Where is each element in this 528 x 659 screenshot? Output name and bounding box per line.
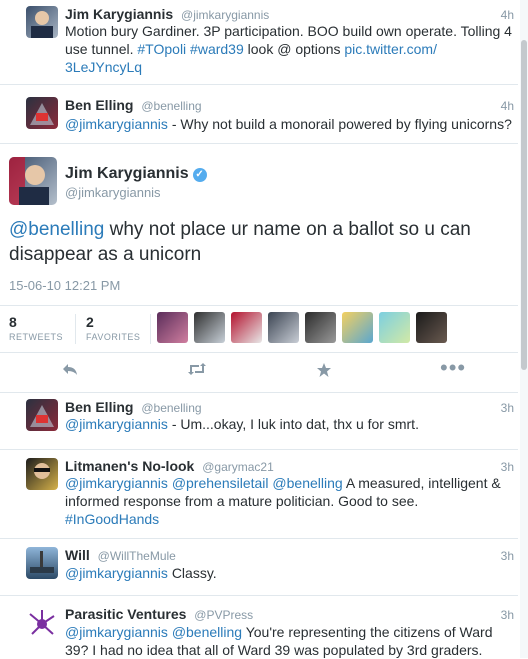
author-handle[interactable]: @PVPress: [194, 608, 253, 622]
tweet-author[interactable]: Ben Elling @benelling: [65, 97, 202, 113]
tweet-text-body: - Um...okay, I luk into dat, thx u for s…: [171, 416, 419, 432]
author-handle[interactable]: @jimkarygiannis: [65, 185, 207, 200]
author-name[interactable]: Ben Elling: [65, 97, 133, 113]
scrollbar-track[interactable]: [520, 0, 528, 658]
tweet-text: @jimkarygiannis @prehensiletail @benelli…: [65, 474, 514, 528]
verified-icon: ✓: [192, 168, 207, 182]
tweet-time[interactable]: 4h: [501, 8, 514, 22]
author-handle[interactable]: @WillTheMule: [98, 549, 176, 563]
avatar[interactable]: [26, 608, 58, 640]
mention-link[interactable]: @benelling: [272, 475, 342, 491]
favorites-stat[interactable]: 2 FAVORITES: [86, 314, 140, 342]
tweet-author[interactable]: Litmanen's No-look @garymac21: [65, 458, 274, 474]
tweet-item[interactable]: Ben Elling @benelling 4h @jimkarygiannis…: [0, 85, 518, 144]
author-name[interactable]: Will: [65, 547, 90, 563]
hashtag-link[interactable]: #InGoodHands: [65, 511, 159, 527]
reply-item[interactable]: Litmanen's No-look @garymac21 3h @jimkar…: [0, 450, 518, 539]
scrollbar-thumb[interactable]: [521, 40, 527, 370]
engagement-row: 8 RETWEETS 2 FAVORITES: [0, 305, 518, 353]
tweet-text: @jimkarygiannis @benelling You're repres…: [65, 623, 514, 659]
author-handle[interactable]: @garymac21: [202, 460, 274, 474]
more-icon[interactable]: •••: [440, 357, 466, 379]
author-name[interactable]: Litmanen's No-look: [65, 458, 194, 474]
tweet-author[interactable]: Parasitic Ventures @PVPress: [65, 606, 253, 622]
favorites-count[interactable]: 2: [86, 314, 140, 330]
avatar[interactable]: [26, 547, 58, 579]
hashtag-link[interactable]: #TOpoli #ward39: [137, 41, 243, 57]
avatar[interactable]: [26, 399, 58, 431]
mention-link[interactable]: @jimkarygiannis: [65, 416, 168, 432]
mention-link[interactable]: @benelling: [9, 219, 104, 240]
mention-link[interactable]: @prehensiletail: [172, 475, 269, 491]
tweet-actions: •••: [0, 352, 518, 393]
mention-link[interactable]: @jimkarygiannis: [65, 624, 168, 640]
tweet-text: @jimkarygiannis - Why not build a monora…: [65, 115, 514, 133]
reply-item[interactable]: Will @WillTheMule 3h @jimkarygiannis Cla…: [0, 539, 518, 596]
avatar[interactable]: [379, 312, 410, 343]
tweet-time[interactable]: 3h: [501, 608, 514, 622]
retweets-count[interactable]: 8: [9, 314, 63, 330]
favorite-icon[interactable]: [316, 362, 332, 383]
author-handle[interactable]: @jimkarygiannis: [181, 8, 269, 22]
tweet-text: @jimkarygiannis - Um...okay, I luk into …: [65, 415, 514, 433]
tweet-author[interactable]: Will @WillTheMule: [65, 547, 176, 563]
author-handle[interactable]: @benelling: [141, 401, 201, 415]
avatar[interactable]: [342, 312, 373, 343]
author-name[interactable]: Jim Karygiannis: [65, 165, 189, 182]
tweet-item[interactable]: Jim Karygiannis @jimkarygiannis 4h Motio…: [0, 0, 518, 85]
tweet-author[interactable]: Jim Karygiannis @jimkarygiannis: [65, 6, 269, 22]
stat-divider: [75, 314, 76, 344]
tweet-time[interactable]: 4h: [501, 99, 514, 113]
reply-item[interactable]: Ben Elling @benelling 3h @jimkarygiannis…: [0, 393, 518, 450]
tweet-time[interactable]: 3h: [501, 549, 514, 563]
avatar[interactable]: [157, 312, 188, 343]
tweet-text: Motion bury Gardiner. 3P participation. …: [65, 22, 514, 76]
mention-link[interactable]: @jimkarygiannis: [65, 475, 168, 491]
retweets-label[interactable]: RETWEETS: [9, 332, 63, 342]
tweet-text: @jimkarygiannis Classy.: [65, 564, 514, 582]
mention-link[interactable]: @jimkarygiannis: [65, 116, 168, 132]
avatar[interactable]: [26, 97, 58, 129]
favoriter-avatars: [157, 312, 453, 348]
avatar[interactable]: [268, 312, 299, 343]
reply-icon[interactable]: [62, 362, 78, 381]
author-name[interactable]: Jim Karygiannis: [65, 6, 173, 22]
reply-item[interactable]: Parasitic Ventures @PVPress 3h @jimkaryg…: [0, 596, 518, 658]
focused-tweet-text: @benelling why not place ur name on a ba…: [9, 217, 504, 267]
author-name[interactable]: Ben Elling: [65, 399, 133, 415]
mention-link[interactable]: @benelling: [172, 624, 242, 640]
avatar-large[interactable]: [9, 157, 57, 205]
retweets-stat[interactable]: 8 RETWEETS: [9, 314, 63, 342]
retweet-icon[interactable]: [187, 362, 207, 381]
mention-link[interactable]: @jimkarygiannis: [65, 565, 168, 581]
tweet-text-body: - Why not build a monorail powered by fl…: [171, 116, 512, 132]
tweet-time[interactable]: 3h: [501, 401, 514, 415]
author-name[interactable]: Parasitic Ventures: [65, 606, 186, 622]
tweet-text-body: Classy.: [171, 565, 217, 581]
avatar[interactable]: [416, 312, 447, 343]
tweet-time[interactable]: 3h: [501, 460, 514, 474]
avatar[interactable]: [194, 312, 225, 343]
tweet-text-mid: look @ options: [247, 41, 341, 57]
author-handle[interactable]: @benelling: [141, 99, 201, 113]
favorites-label[interactable]: FAVORITES: [86, 332, 140, 342]
stat-divider: [150, 314, 151, 344]
avatar[interactable]: [26, 6, 58, 38]
avatar[interactable]: [305, 312, 336, 343]
focused-author[interactable]: Jim Karygiannis ✓ @jimkarygiannis: [65, 165, 207, 200]
tweet-timestamp[interactable]: 15-06-10 12:21 PM: [9, 278, 120, 293]
tweet-author[interactable]: Ben Elling @benelling: [65, 399, 202, 415]
avatar[interactable]: [26, 458, 58, 490]
avatar[interactable]: [231, 312, 262, 343]
